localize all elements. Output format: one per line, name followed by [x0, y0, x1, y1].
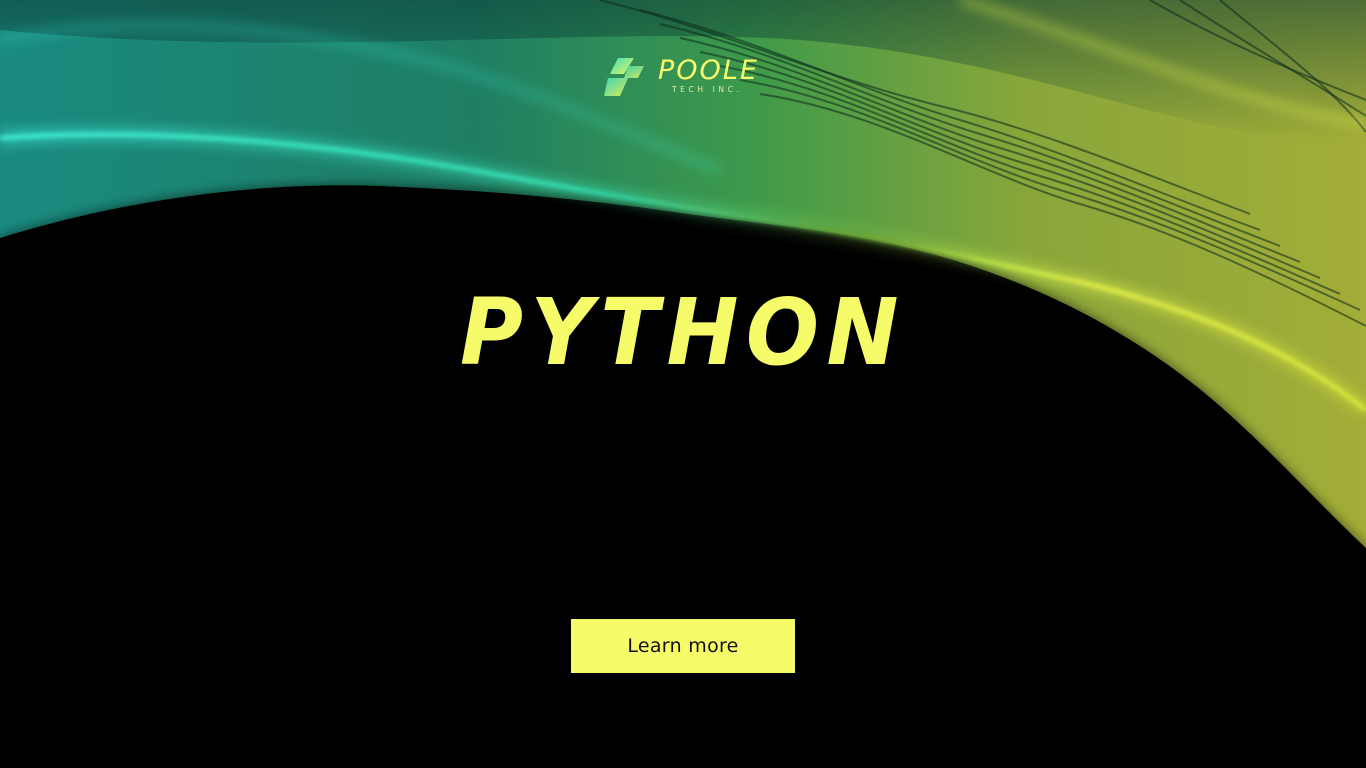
learn-more-button[interactable]: Learn more: [571, 619, 795, 673]
brand-tagline: TECH INC.: [672, 85, 743, 94]
brand-name: POOLE: [658, 55, 759, 86]
hero-title: PYTHON: [460, 280, 906, 380]
lightning-bolt-logo-icon: [604, 58, 644, 96]
brand-logo[interactable]: POOLE TECH INC.: [604, 54, 764, 100]
hero-section: POOLE TECH INC. PYTHON Learn more: [0, 0, 1366, 768]
hero-title-text: PYTHON: [460, 280, 906, 380]
